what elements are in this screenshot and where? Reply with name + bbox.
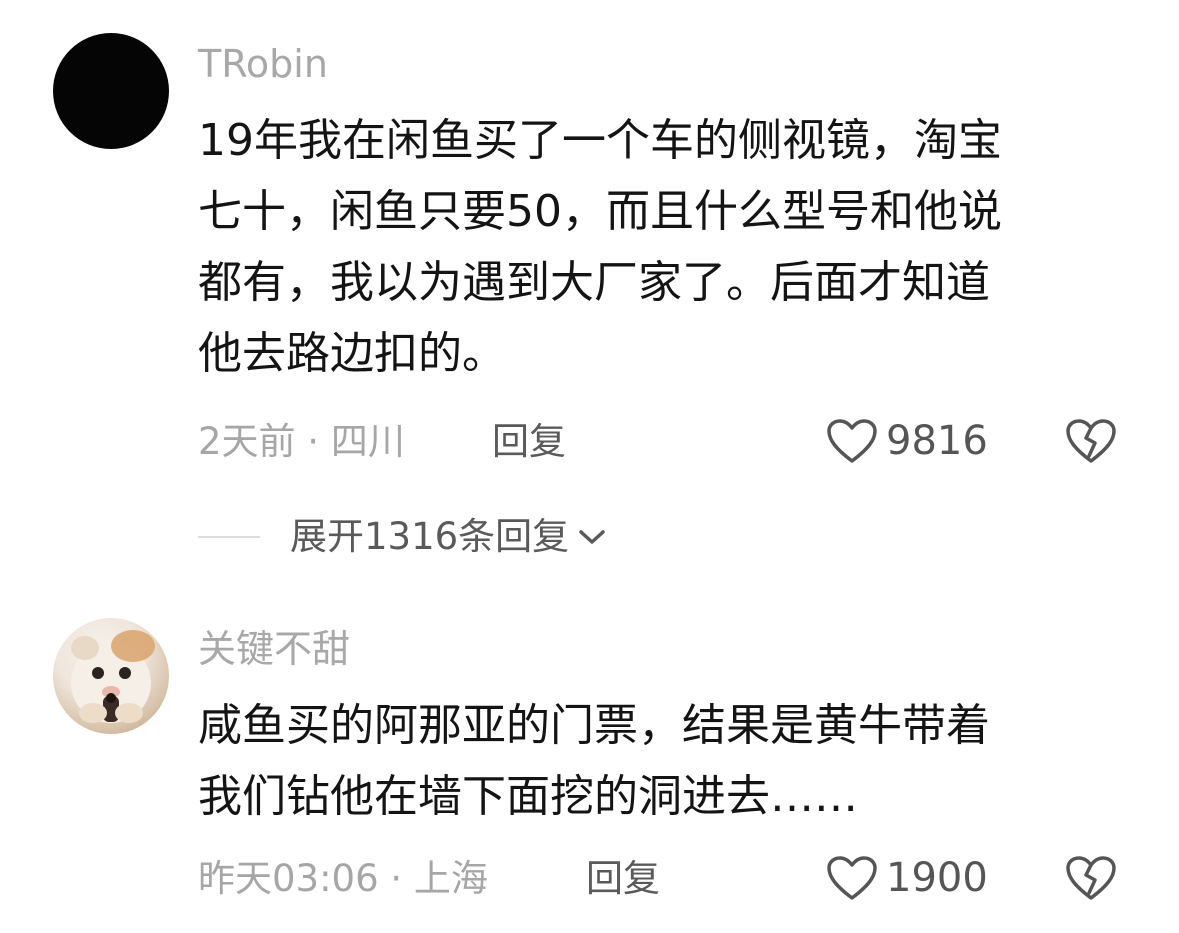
comment-line: 都有，我以为遇到大厂家了。后面才知道 xyxy=(198,257,990,308)
username[interactable]: 关键不甜 xyxy=(198,630,350,668)
like-count: 1900 xyxy=(886,855,988,901)
reply-button[interactable]: 回复 xyxy=(492,423,566,460)
divider xyxy=(198,535,260,538)
comment-line: 咸鱼买的阿那亚的门票，结果是黄牛带着 xyxy=(198,700,990,751)
comment-line: 我们钻他在墙下面挖的洞进去…… xyxy=(198,771,858,822)
avatar[interactable] xyxy=(53,618,169,734)
username[interactable]: TRobin xyxy=(198,45,328,83)
broken-heart-icon xyxy=(1066,419,1116,463)
comment-line: 七十，闲鱼只要50，而且什么型号和他说 xyxy=(198,186,1002,237)
dislike-button[interactable] xyxy=(1065,855,1117,905)
like-count: 9816 xyxy=(886,418,988,464)
cat-avatar-image xyxy=(71,630,155,723)
heart-icon xyxy=(827,419,877,463)
comment-meta: 昨天03:06 · 上海 xyxy=(198,857,488,900)
chevron-down-icon xyxy=(579,529,605,544)
expand-replies-label: 展开1316条回复 xyxy=(290,515,570,558)
heart-icon xyxy=(827,856,877,900)
expand-replies-button[interactable]: 展开1316条回复 xyxy=(198,518,607,555)
reply-button[interactable]: 回复 xyxy=(586,860,660,897)
broken-heart-icon xyxy=(1066,856,1116,900)
avatar[interactable] xyxy=(53,33,169,149)
comment-meta: 2天前 · 四川 xyxy=(198,420,405,463)
like-button[interactable]: 1900 xyxy=(826,855,988,901)
comment-line: 他去路边扣的。 xyxy=(198,328,506,379)
comment-text: 咸鱼买的阿那亚的门票，结果是黄牛带着 我们钻他在墙下面挖的洞进去…… xyxy=(198,690,990,832)
dislike-button[interactable] xyxy=(1065,418,1117,468)
comment-text: 19年我在闲鱼买了一个车的侧视镜，淘宝 七十，闲鱼只要50，而且什么型号和他说 … xyxy=(198,105,1002,389)
like-button[interactable]: 9816 xyxy=(826,418,988,464)
comment-line: 19年我在闲鱼买了一个车的侧视镜，淘宝 xyxy=(198,115,1002,166)
